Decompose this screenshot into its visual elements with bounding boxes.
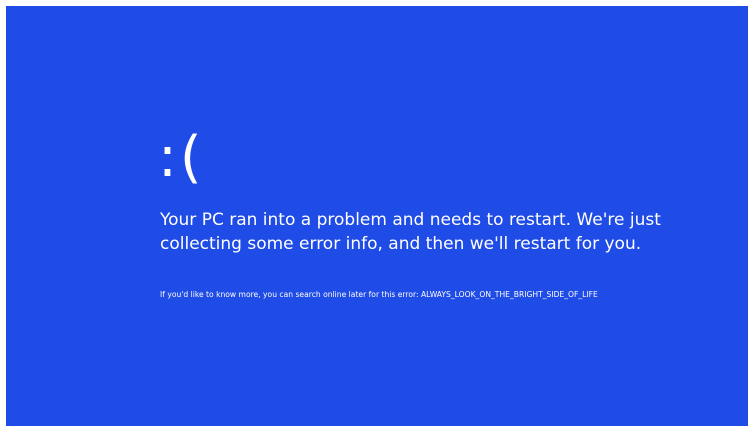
error-details: If you'd like to know more, you can sear… [160, 290, 598, 299]
bsod-content: :( Your PC ran into a problem and needs … [158, 125, 720, 300]
bsod-screen: :( Your PC ran into a problem and needs … [6, 6, 748, 426]
sad-face-icon: :( [158, 125, 205, 190]
error-message: Your PC ran into a problem and needs to … [160, 210, 661, 254]
